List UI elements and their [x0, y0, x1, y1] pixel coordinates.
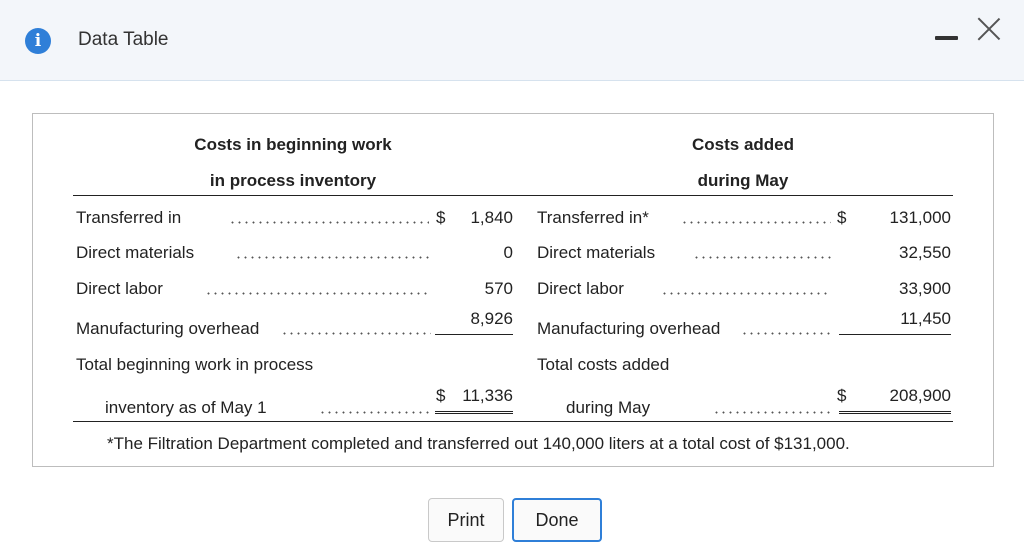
- left-row-label: Manufacturing overhead: [76, 319, 260, 338]
- leader-dots: [281, 332, 431, 335]
- total-double-rule: [435, 411, 513, 414]
- done-button[interactable]: Done: [512, 498, 602, 542]
- right-row-value: 11,450: [900, 309, 951, 328]
- close-icon[interactable]: [976, 16, 1002, 42]
- left-row-value: 1,840: [470, 208, 513, 227]
- print-button[interactable]: Print: [428, 498, 504, 542]
- right-total-label: Total costs added: [537, 355, 670, 374]
- left-row-label: Direct labor: [76, 279, 163, 298]
- footnote: *The Filtration Department completed and…: [107, 434, 850, 453]
- info-icon: i: [25, 28, 51, 54]
- header-rule: [73, 195, 953, 196]
- dialog-title-bar: i Data Table: [0, 0, 1024, 81]
- left-row-value: 570: [484, 279, 513, 298]
- right-row-currency: $: [837, 208, 847, 227]
- subtotal-rule: [435, 334, 513, 335]
- right-header-line2: during May: [697, 171, 789, 190]
- data-table-panel: Costs in beginning work in process inven…: [32, 113, 994, 467]
- right-header-line1: Costs added: [691, 135, 795, 154]
- leader-dots: [693, 256, 831, 259]
- left-row-label: Transferred in: [76, 208, 182, 227]
- left-total-label: inventory as of May 1: [105, 398, 267, 417]
- leader-dots: [319, 411, 429, 414]
- right-row-label: Direct labor: [537, 279, 624, 298]
- minimize-icon[interactable]: [934, 24, 960, 46]
- left-row-label: Direct materials: [76, 243, 195, 262]
- left-header-line1: Costs in beginning work: [194, 135, 392, 154]
- leader-dots: [681, 221, 831, 224]
- right-row-label: Transferred in*: [537, 208, 649, 227]
- footer-rule: [73, 421, 953, 422]
- left-total-label: Total beginning work in process: [76, 355, 314, 374]
- total-double-rule: [839, 411, 951, 414]
- right-total-currency: $: [837, 386, 847, 405]
- leader-dots: [741, 332, 833, 335]
- left-total-value: 11,336: [462, 386, 513, 405]
- left-row-value: 8,926: [470, 309, 513, 328]
- leader-dots: [235, 256, 429, 259]
- right-row-value: 131,000: [889, 208, 951, 227]
- subtotal-rule: [839, 334, 951, 335]
- leader-dots: [229, 221, 429, 224]
- leader-dots: [205, 292, 429, 295]
- right-row-label: Direct materials: [537, 243, 656, 262]
- right-row-value: 33,900: [899, 279, 951, 298]
- right-row-value: 32,550: [899, 243, 951, 262]
- right-total-label: during May: [566, 398, 651, 417]
- right-row-label: Manufacturing overhead: [537, 319, 721, 338]
- left-row-value: 0: [503, 243, 513, 262]
- leader-dots: [661, 292, 831, 295]
- right-total-value: 208,900: [889, 386, 951, 405]
- dialog-title: Data Table: [78, 29, 169, 50]
- leader-dots: [713, 411, 831, 414]
- left-header-line2: in process inventory: [209, 171, 377, 190]
